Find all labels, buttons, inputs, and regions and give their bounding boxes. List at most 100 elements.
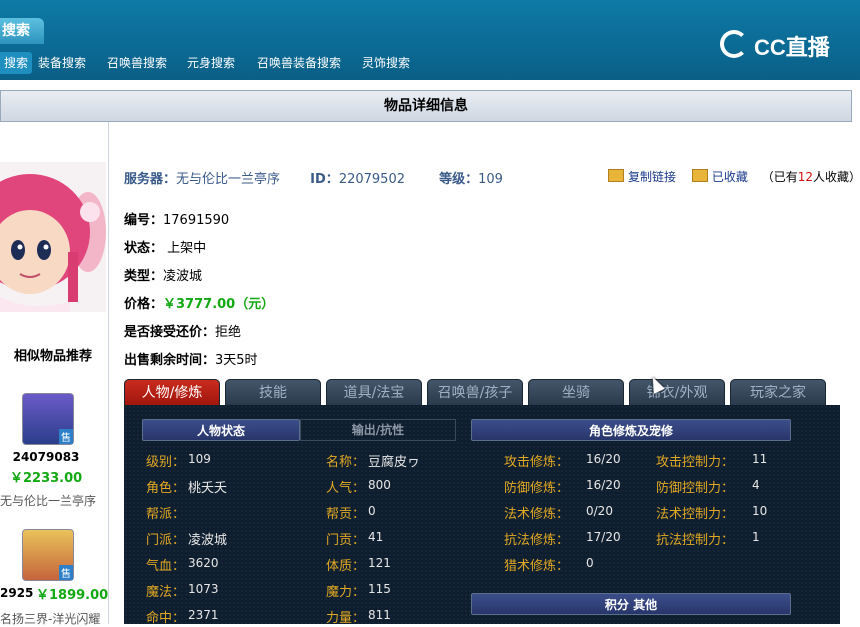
stat-level-label: 级别：: [146, 455, 186, 470]
stat-guild-contrib-value: 0: [368, 504, 376, 518]
stat-strength-value: 811: [368, 608, 391, 622]
stat-name-value: 豆腐皮ヮ: [368, 455, 421, 470]
level-value: 109: [478, 172, 503, 187]
ctrl-resist-value: 1: [752, 530, 760, 544]
cult-resist-value: 17/20: [586, 530, 621, 544]
nav-search[interactable]: 搜索: [0, 52, 33, 74]
stat-role-value: 桃夭夭: [188, 481, 228, 496]
server-value: 无与伦比一兰亭序: [176, 172, 281, 187]
ctrl-spell-label: 法术控制力：: [656, 507, 735, 522]
search-main-tab[interactable]: 搜索: [0, 18, 44, 44]
ctrl-defense-label: 防御控制力：: [656, 481, 735, 496]
stat-mp-value: 1073: [188, 582, 219, 596]
stat-popularity-label: 人气：: [326, 481, 366, 496]
stat-level-value: 109: [188, 452, 211, 466]
info-row-status: 状态： 上架中: [124, 241, 207, 256]
stat-magic-label: 魔力：: [326, 585, 366, 600]
character-panel: 人物状态 输出/抗性 角色修炼及宠修 积分 其他 级别： 109 角色： 桃夭夭…: [124, 405, 840, 626]
stat-hit-value: 2371: [188, 608, 219, 622]
ctrl-defense-value: 4: [752, 478, 760, 492]
cc-live-logo: CC直播: [720, 28, 840, 64]
stat-sect-contrib-value: 41: [368, 530, 384, 544]
copy-link-label: 复制链接: [628, 170, 677, 184]
info-row-bargain: 是否接受还价：拒绝: [124, 325, 242, 340]
similar-item-1-id[interactable]: 24079083: [0, 450, 92, 464]
stat-name-label: 名称：: [326, 455, 366, 470]
cult-attack-label: 攻击修炼：: [504, 455, 570, 470]
score-header: 积分 其他: [471, 593, 791, 615]
folder-icon: [608, 169, 624, 182]
nav-equipment-search[interactable]: 装备搜索: [38, 48, 86, 78]
page-title: 物品详细信息: [0, 90, 852, 122]
stat-hp-label: 气血：: [146, 559, 186, 574]
tab-outfits[interactable]: 锦衣/外观: [629, 379, 725, 405]
stat-magic-value: 115: [368, 582, 391, 596]
stat-constitution-value: 121: [368, 556, 391, 570]
info-row-price: 价格：￥3777.00（元）: [124, 297, 275, 312]
cult-hunting-label: 猎术修炼：: [504, 559, 570, 574]
stat-mp-label: 魔法：: [146, 585, 186, 600]
similar-item-1-image[interactable]: 售: [22, 393, 74, 445]
tab-pets-children[interactable]: 召唤兽/孩子: [427, 379, 523, 405]
nav-pet-search[interactable]: 召唤兽搜索: [107, 48, 167, 78]
copy-link-button[interactable]: 复制链接: [608, 169, 677, 184]
similar-item-2-price: ￥1899.00: [36, 588, 109, 603]
similar-item-1-server: 无与伦比一兰亭序: [0, 494, 97, 508]
detail-tabs: 人物/修炼 技能 道具/法宝 召唤兽/孩子 坐骑 锦衣/外观 玩家之家: [124, 379, 840, 406]
ctrl-resist-label: 抗法控制力：: [656, 533, 735, 548]
tab-character-cultivation[interactable]: 人物/修炼: [124, 379, 220, 405]
folder-icon: [691, 169, 708, 182]
server-label: 服务器：: [124, 172, 177, 187]
tab-skills[interactable]: 技能: [225, 379, 321, 405]
id-label: ID：: [310, 172, 339, 187]
cult-resist-label: 抗法修炼：: [504, 533, 570, 548]
similar-item-2-server: 名扬三界-洋光闪耀: [0, 612, 101, 626]
tab-items-treasure[interactable]: 道具/法宝: [326, 379, 422, 405]
ctrl-attack-value: 11: [752, 452, 768, 466]
stat-hp-value: 3620: [188, 556, 219, 570]
subtab-character-status[interactable]: 人物状态: [142, 419, 300, 441]
info-row-type: 类型：凌波城: [124, 269, 203, 284]
stat-sect-contrib-label: 门贡：: [326, 533, 366, 548]
info-row-remaining-time: 出售剩余时间：3天5时: [124, 353, 258, 368]
cult-defense-label: 防御修炼：: [504, 481, 570, 496]
sale-badge: 售: [59, 565, 73, 580]
cult-spell-value: 0/20: [586, 504, 613, 518]
similar-item-1-price: ￥2233.00: [10, 471, 83, 486]
tab-mounts[interactable]: 坐骑: [528, 379, 624, 405]
info-row-number: 编号：17691590: [124, 213, 230, 228]
stat-sect-label: 门派：: [146, 533, 186, 548]
subtab-output-resistance[interactable]: 输出/抗性: [300, 419, 456, 441]
tab-player-home[interactable]: 玩家之家: [730, 379, 826, 405]
stat-role-label: 角色：: [146, 481, 186, 496]
item-actions: 复制链接 已收藏 （已有12人收藏）: [608, 168, 860, 185]
stat-constitution-label: 体质：: [326, 559, 366, 574]
ctrl-attack-label: 攻击控制力：: [656, 455, 735, 470]
nav-pet-equipment-search[interactable]: 召唤兽装备搜索: [257, 48, 341, 78]
favorite-label: 已收藏: [711, 170, 748, 184]
level-label: 等级：: [439, 172, 479, 187]
character-avatar: [0, 162, 106, 312]
sale-badge: 售: [59, 429, 73, 444]
item-header-line: 服务器：无与伦比一兰亭序 ID：22079502 等级：109: [124, 168, 624, 187]
stat-popularity-value: 800: [368, 478, 391, 492]
cultivation-header: 角色修炼及宠修: [471, 419, 791, 441]
similar-item-2-id[interactable]: 2925: [0, 586, 33, 600]
favorite-button[interactable]: 已收藏: [691, 169, 748, 184]
nav-yuanshen-search[interactable]: 元身搜索: [187, 48, 235, 78]
cult-defense-value: 16/20: [586, 478, 621, 492]
similar-items-title: 相似物品推荐: [13, 349, 92, 364]
stat-strength-label: 力量：: [326, 611, 366, 626]
ctrl-spell-value: 10: [752, 504, 768, 518]
stat-guild-label: 帮派：: [146, 507, 186, 522]
stat-guild-contrib-label: 帮贡：: [326, 507, 366, 522]
nav-lingshi-search[interactable]: 灵饰搜索: [362, 48, 410, 78]
cult-attack-value: 16/20: [586, 452, 621, 466]
stat-sect-value: 凌波城: [188, 533, 228, 548]
id-value: 22079502: [338, 172, 405, 187]
favorite-count: （已有12人收藏）: [761, 170, 860, 184]
cult-hunting-value: 0: [586, 556, 594, 570]
logo-ring-icon: [720, 30, 748, 58]
cult-spell-label: 法术修炼：: [504, 507, 570, 522]
similar-item-2-image[interactable]: 售: [22, 529, 74, 581]
